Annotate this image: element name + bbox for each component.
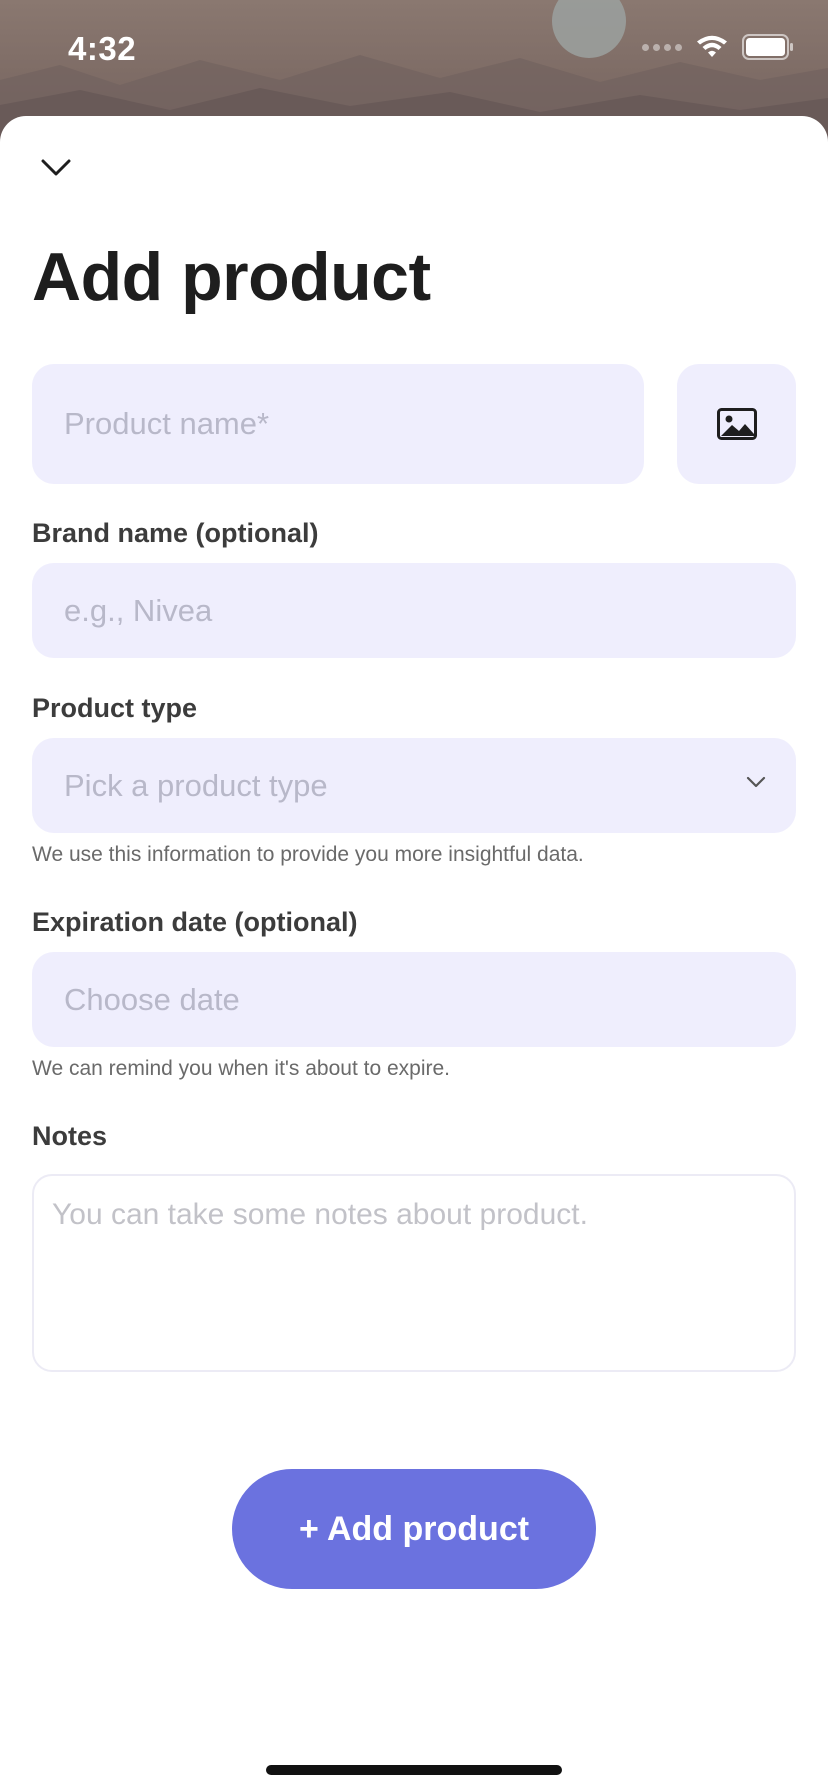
dismiss-button[interactable]: [38, 150, 74, 186]
notes-textarea[interactable]: You can take some notes about product.: [32, 1174, 796, 1372]
wifi-icon: [697, 35, 727, 57]
expiration-date-input[interactable]: Choose date: [32, 952, 796, 1047]
brand-input[interactable]: e.g., Nivea: [32, 563, 796, 658]
product-type-select[interactable]: Pick a product type: [32, 738, 796, 833]
add-image-button[interactable]: [677, 364, 796, 484]
page-title: Add product: [32, 239, 431, 315]
product-name-placeholder: Product name*: [64, 406, 270, 441]
product-type-helper: We use this information to provide you m…: [32, 843, 584, 866]
image-icon: [716, 408, 757, 440]
product-type-placeholder: Pick a product type: [64, 767, 328, 803]
status-icons: [642, 34, 794, 60]
notes-placeholder: You can take some notes about product.: [52, 1198, 588, 1231]
expiration-helper: We can remind you when it's about to exp…: [32, 1057, 451, 1080]
status-time: 4:32: [68, 30, 137, 67]
expiration-placeholder: Choose date: [64, 981, 240, 1017]
brand-placeholder: e.g., Nivea: [64, 592, 213, 628]
add-product-button[interactable]: + Add product: [232, 1469, 596, 1589]
status-bar: 4:32: [0, 0, 828, 100]
chevron-down-icon: [41, 159, 71, 176]
chevron-down-icon: [746, 776, 766, 788]
product-type-label: Product type: [32, 693, 198, 723]
product-name-input[interactable]: Product name*: [32, 364, 644, 484]
notes-label: Notes: [32, 1121, 108, 1151]
brand-label: Brand name (optional): [32, 518, 319, 548]
battery-icon: [742, 34, 793, 60]
expiration-label: Expiration date (optional): [32, 907, 358, 937]
home-indicator: [266, 1765, 562, 1775]
signal-icon: [642, 43, 682, 51]
